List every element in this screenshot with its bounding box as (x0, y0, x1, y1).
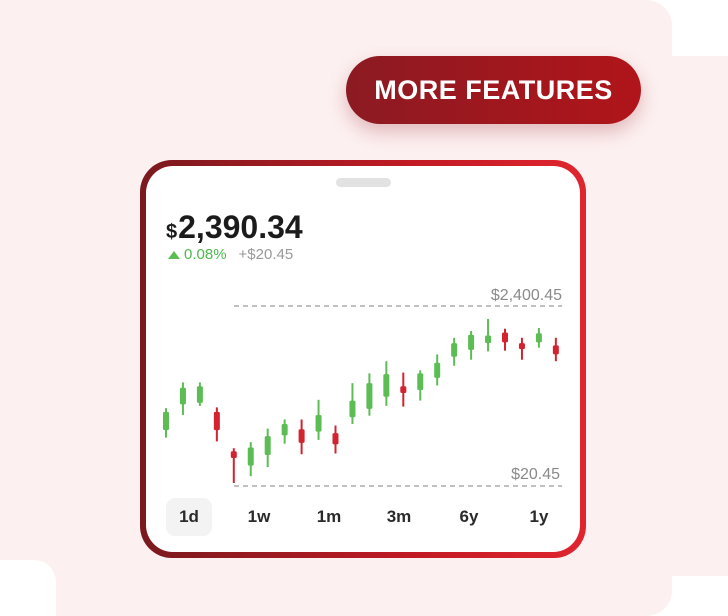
more-features-button[interactable]: MORE FEATURES (346, 56, 641, 124)
candle-17 (434, 354, 441, 386)
candle-body (298, 429, 305, 443)
candle-body (315, 414, 322, 432)
candle-20 (485, 318, 492, 352)
candle-body (383, 374, 390, 397)
candle-22 (518, 337, 525, 360)
candle-1 (163, 408, 169, 438)
candle-body (552, 345, 559, 355)
candle-body (535, 333, 542, 343)
range-tab-1m[interactable]: 1m (306, 498, 352, 536)
high-reference-label: $2,400.45 (491, 287, 562, 304)
candle-body (264, 436, 271, 456)
candle-body (247, 447, 254, 466)
range-tab-1d[interactable]: 1d (166, 498, 212, 536)
candle-18 (451, 337, 458, 366)
background-notch-top (672, 0, 728, 56)
candle-10 (315, 399, 322, 440)
candle-5 (230, 448, 237, 484)
candle-2 (179, 382, 186, 415)
candle-9 (298, 419, 305, 455)
range-tab-1y[interactable]: 1y (516, 498, 562, 536)
candle-12 (349, 383, 356, 425)
candle-body (281, 424, 288, 436)
stock-card: $2,390.34 0.08% +$20.45 $2,400.45 $20.45… (146, 166, 580, 552)
candle-24 (552, 337, 559, 362)
range-tab-3m[interactable]: 3m (376, 498, 422, 536)
background-notch-bottom (0, 560, 56, 616)
candle-14 (383, 361, 390, 406)
candle-23 (535, 327, 542, 348)
candle-13 (366, 373, 373, 416)
candle-body (179, 387, 186, 405)
candle-body (451, 343, 458, 357)
candle-body (366, 383, 373, 409)
candle-body (332, 433, 339, 445)
candle-6 (247, 442, 254, 477)
candle-body (417, 373, 424, 390)
candle-body (485, 335, 492, 344)
candle-body (400, 386, 407, 394)
candlestick-chart: $2,400.45 $20.45 (163, 287, 562, 487)
candle-body (468, 334, 475, 350)
range-tab-1w[interactable]: 1w (236, 498, 282, 536)
candle-body (230, 451, 237, 459)
candle-body (349, 400, 356, 418)
time-range-tabs: 1d 1w 1m 3m 6y 1y (166, 498, 562, 536)
candle-4 (213, 407, 220, 442)
candle-body (502, 332, 508, 343)
candle-21 (502, 328, 508, 351)
candle-body (196, 386, 203, 403)
candle-16 (417, 370, 424, 401)
candle-3 (196, 382, 203, 406)
low-reference-label: $20.45 (511, 466, 560, 483)
candle-7 (264, 428, 271, 468)
candle-15 (400, 372, 407, 407)
range-tab-6y[interactable]: 6y (446, 498, 492, 536)
candle-8 (281, 419, 288, 444)
background-shape-right (600, 56, 728, 576)
candles-group (163, 318, 559, 484)
candle-19 (468, 330, 475, 360)
candle-11 (332, 425, 339, 454)
candle-body (163, 411, 169, 431)
candle-body (434, 362, 441, 378)
candle-body (213, 411, 220, 431)
candle-body (518, 343, 525, 350)
